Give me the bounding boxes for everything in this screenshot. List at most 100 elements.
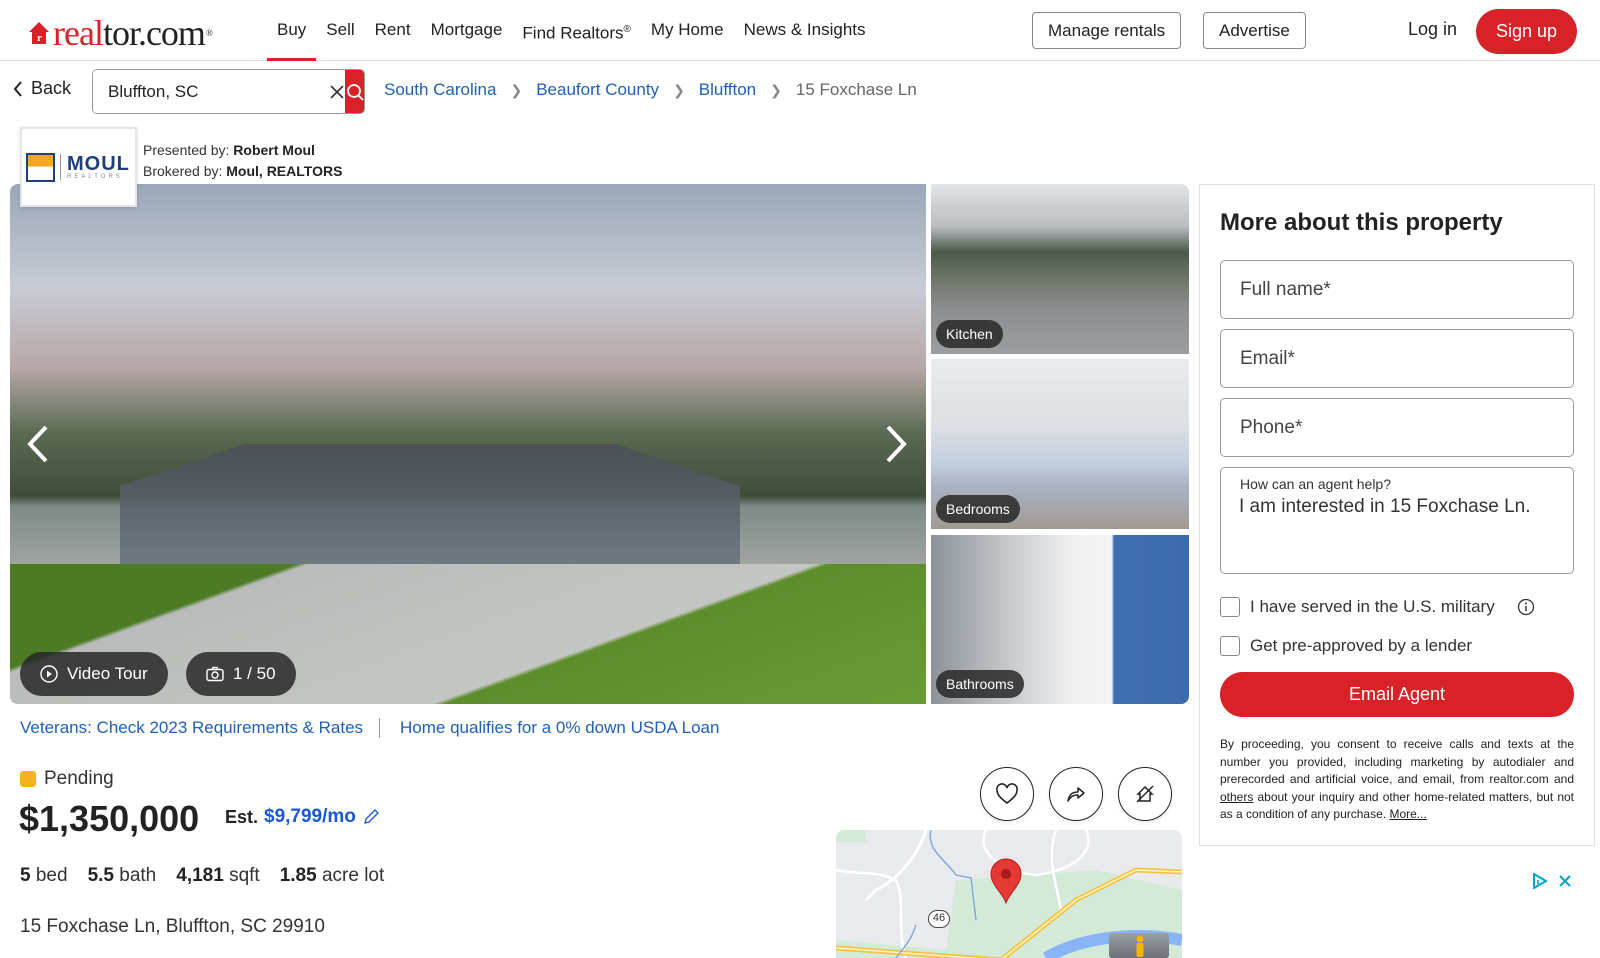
- next-photo-button[interactable]: [876, 419, 916, 469]
- login-link[interactable]: Log in: [1408, 19, 1457, 40]
- email-agent-button[interactable]: Email Agent: [1220, 672, 1574, 717]
- nav-my-home[interactable]: My Home: [641, 0, 734, 60]
- adchoices-icon[interactable]: [1532, 873, 1548, 889]
- manage-rentals-button[interactable]: Manage rentals: [1032, 12, 1182, 49]
- preapproval-option: Get pre-approved by a lender: [1220, 636, 1472, 656]
- photo-count-button[interactable]: 1 / 50: [186, 652, 296, 696]
- realtor-logo[interactable]: r real tor.com ®: [28, 12, 213, 54]
- military-option: I have served in the U.S. military: [1220, 597, 1535, 617]
- property-map[interactable]: 46: [836, 830, 1182, 958]
- estimated-payment: Est. $9,799/mo: [225, 806, 380, 828]
- broker-logo-mark-icon: [26, 152, 55, 182]
- breadcrumb-city[interactable]: Bluffton: [699, 80, 756, 100]
- broker-logo[interactable]: MOUL REALTORS: [20, 127, 137, 207]
- nav-sell[interactable]: Sell: [316, 0, 364, 60]
- logo-text-real: real: [53, 13, 104, 53]
- property-meta: 5 bed 5.5 bath 4,181 sqft 1.85 acre lot: [20, 865, 384, 887]
- presented-label: Presented by:: [143, 142, 230, 158]
- breadcrumb-state[interactable]: South Carolina: [384, 80, 496, 100]
- broker-logo-sub: REALTORS: [67, 174, 123, 180]
- pencil-icon[interactable]: [362, 808, 380, 826]
- pegman-icon: [1136, 935, 1144, 957]
- military-checkbox[interactable]: [1220, 597, 1240, 617]
- message-input[interactable]: I am interested in 15 Foxchase Ln.: [1239, 496, 1559, 566]
- close-icon: [330, 84, 344, 99]
- main-photo[interactable]: [10, 184, 926, 704]
- sqft-value: 4,181: [176, 865, 224, 886]
- search-input[interactable]: [93, 70, 329, 113]
- more-link[interactable]: More...: [1389, 807, 1426, 821]
- promo-divider: [379, 718, 381, 738]
- full-name-field: [1220, 260, 1574, 319]
- top-navigation: r real tor.com ® Buy Sell Rent Mortgage Fi…: [0, 0, 1600, 61]
- nav-mortgage[interactable]: Mortgage: [421, 0, 513, 60]
- listing-agent-info: Presented by: Robert Moul Brokered by: M…: [143, 140, 342, 182]
- nav-find-realtors-label: Find Realtors: [522, 23, 624, 43]
- disclaimer-text-1: By proceeding, you consent to receive ca…: [1220, 737, 1574, 786]
- hide-listing-button[interactable]: [1118, 767, 1172, 821]
- video-tour-label: Video Tour: [67, 664, 148, 683]
- street-view-thumbnail[interactable]: [1109, 933, 1169, 958]
- beds-value: 5: [20, 865, 31, 886]
- thumbnail-bathrooms[interactable]: Bathrooms: [931, 535, 1189, 704]
- thumbnail-bedrooms[interactable]: Bedrooms: [931, 359, 1189, 529]
- preapproval-label: Get pre-approved by a lender: [1250, 636, 1473, 655]
- map-pin-icon[interactable]: [990, 858, 1022, 904]
- baths-value: 5.5: [87, 865, 114, 886]
- status-badge: Pending: [20, 768, 114, 790]
- share-button[interactable]: [1049, 767, 1103, 821]
- back-label: Back: [31, 78, 72, 98]
- message-field: How can an agent help? I am interested i…: [1220, 467, 1574, 574]
- others-link[interactable]: others: [1220, 790, 1253, 804]
- beds-label: bed: [35, 865, 68, 886]
- route-shield: 46: [928, 910, 950, 928]
- email-field: [1220, 329, 1574, 388]
- signup-button[interactable]: Sign up: [1476, 9, 1577, 54]
- nav-news-insights[interactable]: News & Insights: [734, 0, 876, 60]
- lot-label: acre lot: [321, 865, 385, 886]
- location-search: [92, 69, 365, 114]
- heart-icon: [996, 783, 1018, 805]
- presented-by: Presented by: Robert Moul: [143, 140, 342, 161]
- clear-search-button[interactable]: [329, 70, 345, 113]
- nav-rent[interactable]: Rent: [365, 0, 421, 60]
- message-label: How can an agent help?: [1240, 476, 1391, 492]
- brokered-value: Moul, REALTORS: [226, 163, 343, 179]
- close-ad-icon[interactable]: [1558, 874, 1572, 888]
- camera-icon: [206, 666, 224, 682]
- email-input[interactable]: [1221, 330, 1573, 387]
- info-icon[interactable]: [1517, 598, 1535, 616]
- full-name-input[interactable]: [1221, 261, 1573, 318]
- broker-logo-divider: [60, 154, 61, 180]
- property-address: 15 Foxchase Ln, Bluffton, SC 29910: [20, 916, 325, 937]
- baths: 5.5 bath: [88, 865, 157, 887]
- brokered-label: Brokered by:: [143, 163, 223, 179]
- beds: 5 bed: [20, 865, 68, 887]
- previous-photo-button[interactable]: [18, 419, 58, 469]
- save-home-button[interactable]: [980, 767, 1034, 821]
- advertise-button[interactable]: Advertise: [1203, 12, 1306, 49]
- preapproval-checkbox[interactable]: [1220, 636, 1240, 656]
- search-button[interactable]: [345, 70, 364, 113]
- house-image-shape: [120, 444, 740, 584]
- veterans-link[interactable]: Veterans: Check 2023 Requirements & Rate…: [20, 718, 363, 738]
- nav-buy[interactable]: Buy: [267, 0, 317, 61]
- baths-label: bath: [119, 865, 157, 886]
- nav-find-realtors[interactable]: Find Realtors®: [512, 0, 640, 60]
- thumbnail-label: Bedrooms: [936, 495, 1020, 523]
- phone-input[interactable]: [1221, 399, 1573, 456]
- broker-logo-text: MOUL REALTORS: [67, 154, 130, 180]
- phone-field: [1220, 398, 1574, 457]
- usda-loan-link[interactable]: Home qualifies for a 0% down USDA Loan: [400, 718, 719, 738]
- chevron-right-icon: ❯: [770, 81, 782, 98]
- play-circle-icon: [40, 665, 58, 683]
- lot-value: 1.85: [279, 865, 317, 886]
- ad-choices: [1532, 873, 1572, 889]
- video-tour-button[interactable]: Video Tour: [20, 652, 168, 696]
- breadcrumb-county[interactable]: Beaufort County: [536, 80, 659, 100]
- monthly-payment-link[interactable]: $9,799/mo: [264, 806, 356, 828]
- thumbnail-kitchen[interactable]: Kitchen: [931, 184, 1189, 354]
- chevron-left-icon: [27, 425, 48, 463]
- back-button[interactable]: Back: [13, 78, 71, 99]
- breadcrumb: South Carolina ❯ Beaufort County ❯ Bluff…: [384, 80, 917, 100]
